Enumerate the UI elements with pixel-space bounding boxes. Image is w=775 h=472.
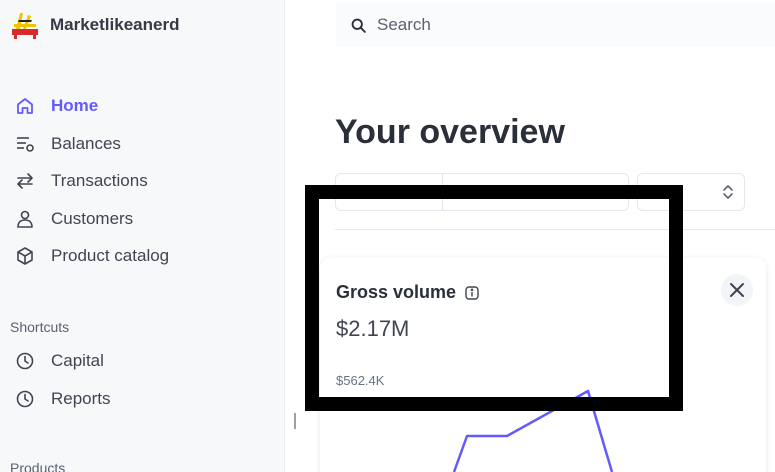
brand[interactable]: Marketlikeanerd — [10, 10, 179, 40]
sidebar-item-label: Product catalog — [51, 246, 170, 265]
filter-bar — [335, 173, 745, 211]
sidebar-item-capital[interactable]: Capital — [14, 348, 104, 374]
home-icon — [14, 95, 36, 117]
clock-icon — [14, 388, 36, 410]
section-divider — [335, 229, 775, 230]
interval-select[interactable] — [637, 173, 745, 211]
transactions-icon — [14, 170, 36, 192]
clock-icon — [14, 350, 36, 372]
sidebar-item-product-catalog[interactable]: Product catalog — [14, 243, 169, 269]
sidebar-item-label: Balances — [51, 134, 121, 153]
card-title: Gross volume — [336, 282, 479, 303]
brand-logo — [10, 10, 40, 40]
search-bar[interactable]: Search — [336, 3, 775, 47]
balances-icon — [14, 133, 36, 155]
sidebar: Marketlikeanerd Home Balances Transactio… — [0, 0, 285, 472]
search-input[interactable]: Search — [377, 15, 431, 35]
sidebar-item-label: Transactions — [51, 171, 148, 190]
products-section-label: Products — [10, 460, 66, 472]
date-range-filter[interactable] — [335, 173, 443, 211]
chart-axis-label: $562.4K — [336, 373, 385, 388]
info-icon[interactable] — [465, 285, 479, 300]
sidebar-item-balances[interactable]: Balances — [14, 131, 121, 157]
close-icon — [730, 283, 744, 297]
customers-icon — [14, 208, 36, 230]
sidebar-item-label: Customers — [51, 209, 134, 228]
card-title-text: Gross volume — [336, 282, 457, 302]
gross-volume-value: $2.17M — [336, 316, 410, 341]
sidebar-item-transactions[interactable]: Transactions — [14, 168, 148, 194]
date-period-filter[interactable] — [443, 173, 629, 211]
shortcuts-section-label: Shortcuts — [10, 319, 70, 335]
gross-volume-line — [452, 389, 614, 472]
close-card-button[interactable] — [721, 274, 753, 306]
sidebar-item-label: Reports — [51, 389, 111, 408]
page-title: Your overview — [335, 113, 565, 151]
gross-volume-card[interactable]: Gross volume $2.17M $562.4K — [320, 258, 766, 472]
product-catalog-icon — [14, 245, 36, 267]
sidebar-resize-handle[interactable] — [294, 413, 296, 429]
sidebar-item-home[interactable]: Home — [14, 93, 98, 119]
sidebar-item-label: Capital — [51, 351, 104, 370]
sidebar-item-reports[interactable]: Reports — [14, 386, 111, 412]
search-icon — [351, 18, 366, 33]
sidebar-item-customers[interactable]: Customers — [14, 206, 133, 232]
chevron-up-down-icon — [723, 185, 733, 199]
brand-name: Marketlikeanerd — [50, 15, 180, 34]
sidebar-item-label: Home — [51, 96, 99, 115]
